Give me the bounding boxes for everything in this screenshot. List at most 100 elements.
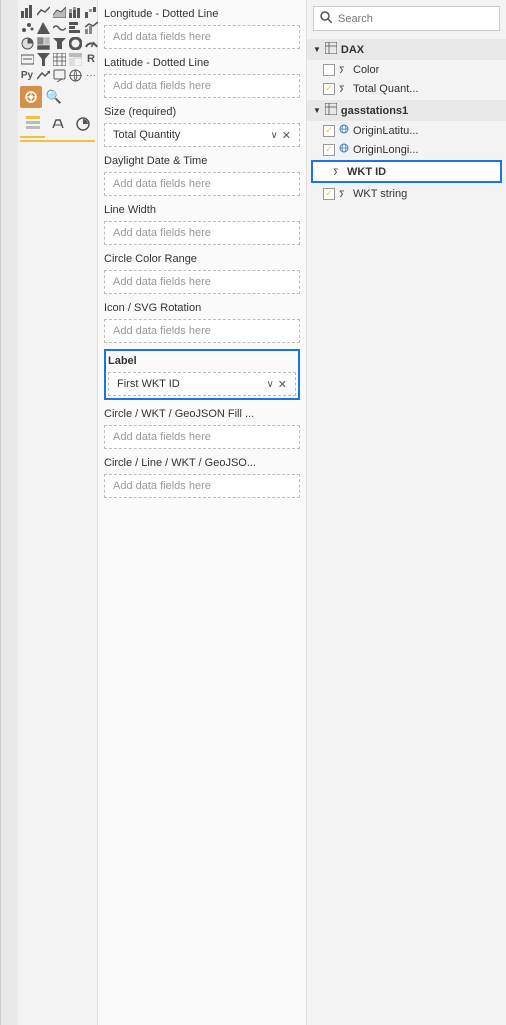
filter-icon[interactable]: [36, 52, 50, 66]
field-drop-size-required[interactable]: Total Quantity∨✕: [104, 123, 300, 147]
data-panel: ▼ DAX ∑Color∑Total Quant... ▼ gasstation…: [306, 0, 506, 1025]
measure-icon-color: ∑: [339, 63, 349, 76]
combo-icon[interactable]: [84, 20, 98, 34]
tree-item-text-color: Color: [353, 64, 379, 76]
pie-chart-icon[interactable]: [20, 36, 34, 50]
tree-group-gasstations1: ▼ gasstations1 OriginLatitu... OriginLong…: [307, 100, 506, 203]
area-chart-icon[interactable]: [52, 4, 66, 18]
chevron-down-icon[interactable]: ∨: [266, 379, 273, 390]
table-grid-icon[interactable]: [52, 52, 66, 66]
svg-text:∑: ∑: [339, 189, 345, 197]
search-icon[interactable]: 🔍: [44, 87, 64, 107]
mountain-icon[interactable]: [36, 20, 50, 34]
field-label-circle-color-range: Circle Color Range: [104, 251, 300, 267]
field-label-latitude-dotted: Latitude - Dotted Line: [104, 55, 300, 71]
data-tree: ▼ DAX ∑Color∑Total Quant... ▼ gasstation…: [307, 35, 506, 1025]
checkbox-originlongi[interactable]: [323, 144, 335, 156]
remove-icon[interactable]: ✕: [278, 378, 287, 391]
field-drop-text-circle-line-wkt-geojso: Add data fields here: [113, 480, 291, 492]
ellipsis-icon[interactable]: ···: [84, 68, 98, 82]
checkbox-total-quant[interactable]: [323, 83, 335, 95]
wave-icon[interactable]: [52, 20, 66, 34]
group-label-gasstations1: gasstations1: [341, 105, 408, 117]
measure-icon: ∑: [333, 165, 343, 178]
field-format-tabs: [20, 110, 95, 142]
custom-visual-icon[interactable]: [20, 86, 42, 108]
filters-tab[interactable]: [0, 0, 18, 1025]
tree-item-color[interactable]: ∑ Color: [307, 60, 506, 79]
tree-item-text-wkt-id: WKT ID: [347, 166, 386, 178]
tree-item-wkt-id[interactable]: ∑ WKT ID: [311, 160, 502, 183]
field-section-size-required: Size (required)Total Quantity∨✕: [104, 104, 300, 147]
checkbox-wkt-string[interactable]: [323, 188, 335, 200]
label-section-highlighted: Label First WKT ID∨ ✕: [104, 349, 300, 400]
field-label-circle-line-wkt-geojso: Circle / Line / WKT / GeoJSO...: [104, 455, 300, 471]
tree-group-header-dax[interactable]: ▼ DAX: [307, 39, 506, 60]
field-drop-label[interactable]: First WKT ID∨ ✕: [108, 372, 296, 396]
scatter-icon[interactable]: [20, 20, 34, 34]
field-label-label: Label: [108, 353, 296, 369]
funnel-icon[interactable]: [52, 36, 66, 50]
chevron-down-icon[interactable]: ∨: [270, 130, 277, 141]
donut-icon[interactable]: [68, 36, 82, 50]
checkbox-color[interactable]: [323, 64, 335, 76]
field-label-longitude-dotted: Longitude - Dotted Line: [104, 6, 300, 22]
field-drop-longitude-dotted[interactable]: Add data fields here: [104, 25, 300, 49]
field-drop-circle-color-range[interactable]: Add data fields here: [104, 270, 300, 294]
field-drop-icon-svg-rotation[interactable]: Add data fields here: [104, 319, 300, 343]
map-icon[interactable]: [68, 68, 82, 82]
table-icon: [325, 42, 337, 57]
group-label-dax: DAX: [341, 44, 364, 56]
hbar-icon[interactable]: [68, 20, 82, 34]
line-chart-icon[interactable]: [36, 4, 50, 18]
search-input[interactable]: [338, 13, 493, 25]
kpi-icon[interactable]: [36, 68, 50, 82]
tree-group-header-gasstations1[interactable]: ▼ gasstations1: [307, 100, 506, 121]
matrix-icon[interactable]: [68, 52, 82, 66]
fields-tab-icon[interactable]: [20, 110, 45, 138]
py-icon[interactable]: Py: [20, 68, 34, 82]
field-label-line-width: Line Width: [104, 202, 300, 218]
field-drop-daylight-datetime[interactable]: Add data fields here: [104, 172, 300, 196]
field-label-size-required: Size (required): [104, 104, 300, 120]
field-drop-line-width[interactable]: Add data fields here: [104, 221, 300, 245]
qna-icon[interactable]: [52, 68, 66, 82]
search-icon: [320, 11, 332, 26]
tree-item-text-originlatitu: OriginLatitu...: [353, 125, 418, 137]
field-section-circle-color-range: Circle Color Range Add data fields here: [104, 251, 300, 294]
r-visual-icon[interactable]: R: [84, 52, 98, 66]
checkbox-originlatitu[interactable]: [323, 125, 335, 137]
card-icon[interactable]: [20, 52, 34, 66]
tree-item-originlongi[interactable]: OriginLongi...: [307, 140, 506, 159]
field-drop-latitude-dotted[interactable]: Add data fields here: [104, 74, 300, 98]
gauge-icon[interactable]: [84, 36, 98, 50]
waterfall-icon[interactable]: [84, 4, 98, 18]
field-section-daylight-datetime: Daylight Date & TimeAdd data fields here: [104, 153, 300, 196]
field-label-circle-wkt-geojson-fill: Circle / WKT / GeoJSON Fill ...: [104, 406, 300, 422]
remove-icon[interactable]: ✕: [282, 129, 291, 142]
tree-item-originlatitu[interactable]: OriginLatitu...: [307, 121, 506, 140]
bar-chart-icon[interactable]: [20, 4, 34, 18]
treemap-icon[interactable]: [36, 36, 50, 50]
field-drop-circle-line-wkt-geojso[interactable]: Add data fields here: [104, 474, 300, 498]
field-drop-text-circle-color-range: Add data fields here: [113, 276, 291, 288]
field-drop-text-daylight-datetime: Add data fields here: [113, 178, 291, 190]
format-tab-icon[interactable]: [45, 110, 70, 138]
field-drop-text-label: First WKT ID: [117, 378, 266, 390]
tree-item-text-originlongi: OriginLongi...: [353, 144, 418, 156]
globe-icon-originlatitu: [339, 124, 349, 137]
stacked-bar-icon[interactable]: [68, 4, 82, 18]
tree-item-text-wkt-string: WKT string: [353, 188, 407, 200]
field-drop-text-icon-svg-rotation: Add data fields here: [113, 325, 291, 337]
tree-item-total-quant[interactable]: ∑Total Quant...: [307, 79, 506, 98]
field-section-circle-wkt-geojson-fill: Circle / WKT / GeoJSON Fill ... Add data …: [104, 406, 300, 449]
tree-item-wkt-string[interactable]: ∑ WKT string: [307, 184, 506, 203]
field-drop-text-latitude-dotted: Add data fields here: [113, 80, 291, 92]
field-section-latitude-dotted: Latitude - Dotted Line Add data fields he…: [104, 55, 300, 98]
field-drop-text-circle-wkt-geojson-fill: Add data fields here: [113, 431, 291, 443]
analytics-tab-icon[interactable]: [70, 110, 95, 138]
tree-item-text-total-quant: Total Quant...: [353, 83, 418, 95]
globe-icon-originlongi: [339, 143, 349, 156]
field-label-icon-svg-rotation: Icon / SVG Rotation: [104, 300, 300, 316]
field-drop-circle-wkt-geojson-fill[interactable]: Add data fields here: [104, 425, 300, 449]
